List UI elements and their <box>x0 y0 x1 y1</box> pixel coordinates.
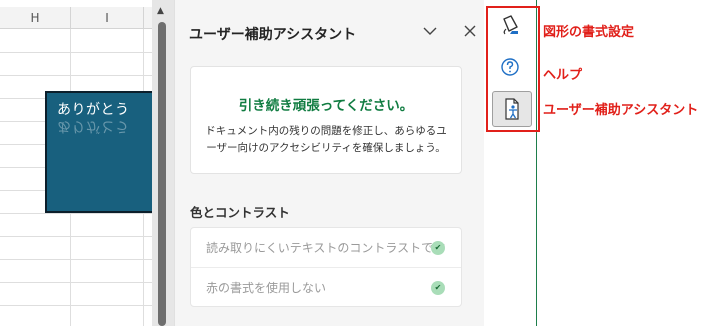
grid-line <box>0 75 152 76</box>
pane-divider <box>536 0 537 326</box>
format-shape-button[interactable] <box>496 12 524 40</box>
check-icon: ✔ <box>431 241 445 255</box>
grid-line <box>0 305 152 306</box>
grid-line <box>0 52 152 53</box>
check-label: 赤の書式を使用しない <box>206 281 327 295</box>
accessibility-icon <box>505 98 519 120</box>
grid-line <box>0 282 152 283</box>
grid-line <box>0 259 152 260</box>
check-label: 読み取りにくいテキストのコントラストです <box>206 241 446 255</box>
check-item-text-contrast[interactable]: 読み取りにくいテキストのコントラストです ✔ <box>191 228 461 268</box>
accessibility-assistant-button[interactable] <box>492 91 532 127</box>
column-header-i[interactable]: I <box>71 7 144 29</box>
check-icon: ✔ <box>431 281 445 295</box>
shape-text-reflection: ありがとう <box>57 118 130 134</box>
status-heading: 引き続き頑張ってください。 <box>238 98 414 114</box>
section-title-color-contrast: 色とコントラスト <box>190 205 290 220</box>
annotation-accessibility: ユーザー補助アシスタント <box>543 103 699 118</box>
format-shape-icon <box>503 15 518 35</box>
chevron-down-icon[interactable] <box>421 22 439 40</box>
close-icon[interactable] <box>461 22 479 40</box>
column-header-h[interactable]: H <box>0 7 71 29</box>
text-shape[interactable]: ありがとう ありがとう <box>45 91 152 213</box>
annotation-help: ヘルプ <box>543 68 583 83</box>
spreadsheet-grid[interactable]: H I ありがとう ありがとう <box>0 0 152 326</box>
help-button[interactable] <box>496 53 524 81</box>
check-list: 読み取りにくいテキストのコントラストです ✔ 赤の書式を使用しない ✔ <box>190 227 462 307</box>
help-icon <box>501 58 519 76</box>
shape-text: ありがとう <box>57 102 130 118</box>
check-item-red-format[interactable]: 赤の書式を使用しない ✔ <box>191 268 461 308</box>
accessibility-assistant-pane: ユーザー補助アシスタント 引き続き頑張ってください。 ドキュメント内の残りの問題… <box>174 0 484 326</box>
pane-icon-strip <box>484 0 536 326</box>
scrollbar-thumb[interactable] <box>158 22 166 326</box>
status-message: ドキュメント内の残りの問題を修正し、あらゆるユーザー向けのアクセシビリティを確保… <box>205 125 447 154</box>
column-header-row: H I <box>0 7 152 29</box>
grid-line <box>0 236 152 237</box>
grid-line <box>0 213 152 214</box>
scroll-up-arrow-icon[interactable]: ▲ <box>157 6 164 16</box>
annotation-format-shape: 図形の書式設定 <box>543 25 635 40</box>
status-card: 引き続き頑張ってください。 ドキュメント内の残りの問題を修正し、あらゆるユーザー… <box>190 66 462 174</box>
column-header-partial[interactable] <box>144 7 152 29</box>
pane-title: ユーザー補助アシスタント <box>189 27 357 43</box>
vertical-scrollbar[interactable]: ▲ <box>152 0 174 326</box>
